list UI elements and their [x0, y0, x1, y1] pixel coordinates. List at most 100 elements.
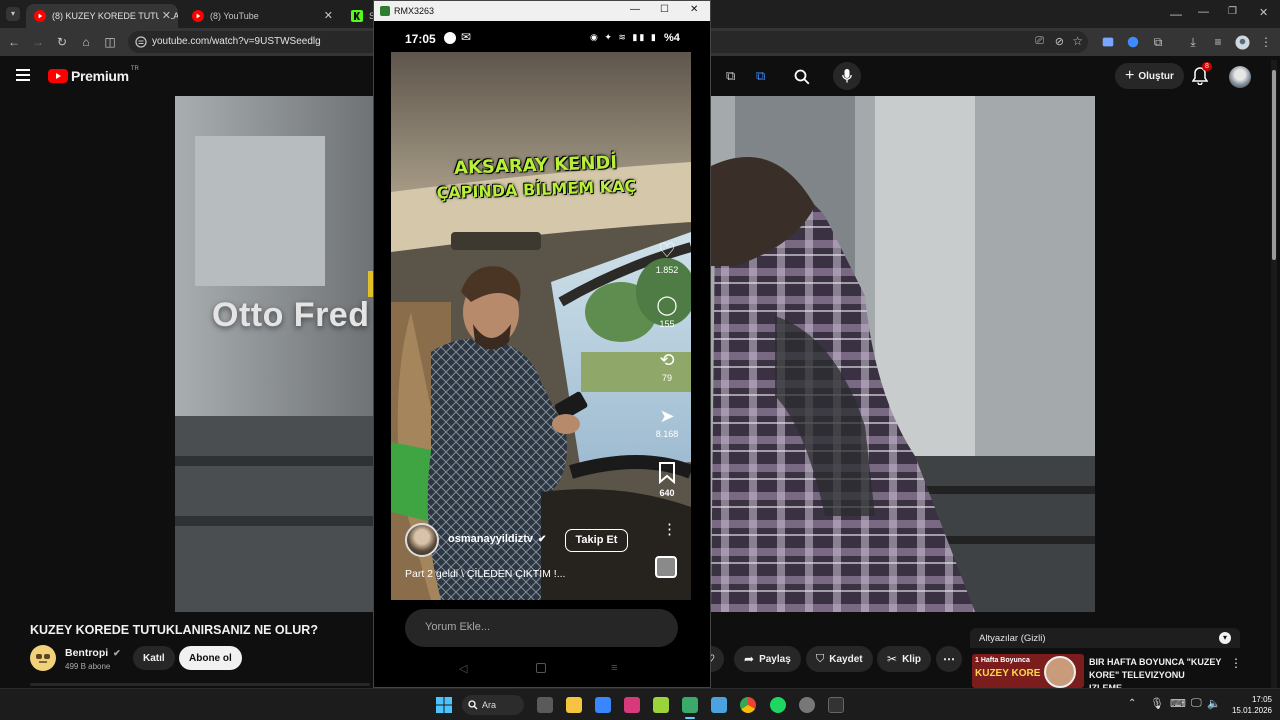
window-close-button[interactable]: ✕ [1259, 6, 1268, 19]
nav-home-icon[interactable] [536, 663, 546, 673]
subscribe-button[interactable]: Abone ol [179, 646, 242, 670]
extension-icon-2[interactable] [1125, 34, 1141, 50]
extension-icon-1[interactable] [1100, 34, 1116, 50]
chevron-up-icon[interactable]: ⌃ [1128, 698, 1136, 709]
mirror-close-button[interactable]: ✕ [690, 4, 698, 15]
share-button[interactable]: ➦ Paylaş [734, 646, 801, 672]
nav-back-icon[interactable]: ◁ [459, 662, 467, 675]
youtube-logo[interactable]: Premium TR [48, 66, 139, 84]
page-scrollbar[interactable] [1271, 60, 1277, 688]
create-button[interactable]: + Oluştur [1115, 63, 1184, 89]
chevron-down-icon[interactable]: ▾ [1219, 632, 1231, 644]
profile-avatar-icon[interactable] [1234, 34, 1250, 50]
repost-count: 79 [661, 373, 672, 383]
spotify-icon[interactable] [770, 697, 786, 713]
save-button[interactable]: ⛉ Kaydet [806, 646, 873, 672]
keyboard-icon[interactable]: ⌨ [1170, 697, 1186, 710]
tab-close-icon[interactable]: ✕ [158, 9, 171, 22]
window-maximize-button[interactable]: ❐ [1228, 6, 1237, 17]
remote-desktop-icon[interactable] [711, 697, 727, 713]
notifications-button[interactable]: 8 [1192, 62, 1212, 85]
store-icon[interactable] [595, 697, 611, 713]
reload-icon[interactable]: ↻ [54, 34, 70, 50]
tab-third[interactable]: St [343, 4, 373, 28]
comment-button[interactable]: ◯ 155 [653, 294, 681, 329]
hamburger-menu-icon[interactable] [16, 69, 30, 81]
channel-avatar[interactable] [30, 645, 56, 671]
task-view-icon[interactable] [537, 697, 553, 713]
cast-icon[interactable]: ⧉ [726, 68, 735, 84]
channel-name[interactable]: Bentropi ✔ [65, 647, 121, 659]
phone-mirror-taskbar-icon[interactable] [682, 697, 698, 713]
microphone-tray-icon[interactable]: 🎙 [1150, 697, 1164, 710]
tab-youtube-home[interactable]: (8) YouTube ✕ [184, 4, 340, 28]
captions-panel-title: Altyazılar (Gizli) [979, 633, 1046, 644]
windows-start-icon[interactable] [436, 697, 452, 713]
puzzle-extensions-icon[interactable]: ⧉ [1150, 34, 1166, 50]
reel-video[interactable]: AKSARAY KENDİ ÇAPINDA BİLMEM KAÇ ♡ 1.852… [391, 52, 691, 600]
app-icon-green[interactable] [653, 697, 669, 713]
account-avatar[interactable] [1229, 66, 1251, 88]
mirror-titlebar[interactable]: RMX3263 — ☐ ✕ [374, 1, 710, 21]
clip-button[interactable]: ✂ Klip [877, 646, 931, 672]
home-icon[interactable]: ⌂ [78, 34, 94, 50]
taskbar-clock[interactable]: 17:05 15.01.2026 [1222, 694, 1272, 716]
mirror-maximize-button[interactable]: ☐ [660, 4, 669, 15]
nav-recents-icon[interactable]: ≡ [611, 662, 617, 674]
network-icon[interactable]: 🖵 [1191, 697, 1202, 710]
taskbar-search[interactable]: Ara [462, 695, 524, 715]
volume-icon[interactable]: 🔈 [1207, 697, 1221, 710]
snipping-tool-icon[interactable] [624, 697, 640, 713]
window-minimize-button[interactable]: — [1198, 6, 1209, 18]
repost-button[interactable]: ⟲ 79 [653, 350, 681, 383]
scrollbar-thumb[interactable] [1272, 70, 1276, 260]
captions-panel-header[interactable]: Altyazılar (Gizli) ▾ [970, 628, 1240, 648]
forward-arrow-icon[interactable]: → [30, 34, 46, 50]
tab-close-icon[interactable]: ✕ [324, 9, 333, 22]
install-app-icon[interactable]: ⎚ [1035, 35, 1044, 48]
mirror-minimize-button[interactable]: — [630, 4, 640, 15]
miniplayer-icon[interactable]: ⧉ [756, 68, 765, 84]
username-text: osmanayyildiztv [448, 533, 533, 545]
username[interactable]: osmanayyildiztv ✔ [448, 533, 546, 545]
scroll-divider [30, 683, 370, 686]
site-info-icon[interactable] [135, 36, 147, 48]
bookmark-star-icon[interactable]: ☆ [1072, 34, 1083, 48]
terminal-icon[interactable] [828, 697, 844, 713]
comment-placeholder: Yorum Ekle... [425, 621, 491, 633]
send-button[interactable]: ➤ 8.168 [653, 406, 681, 439]
split-view-icon[interactable]: ◫ [102, 34, 118, 50]
join-button[interactable]: Katıl [133, 646, 175, 670]
scissors-icon: ✂ [887, 652, 898, 666]
follow-button[interactable]: Takip Et [565, 529, 628, 552]
new-tab-button[interactable]: — [1170, 7, 1182, 21]
file-explorer-icon[interactable] [566, 697, 582, 713]
related-video-thumbnail[interactable]: 1 Hafta Boyunca KUZEY KORE [972, 654, 1084, 688]
chrome-icon[interactable] [740, 697, 756, 713]
app-icon-clock[interactable] [799, 697, 815, 713]
audio-thumbnail[interactable] [655, 556, 677, 578]
channel-name-text: Bentropi [65, 647, 109, 659]
more-options-icon[interactable]: ⋮ [662, 520, 677, 538]
download-icon[interactable]: ⤓ [1185, 34, 1201, 50]
back-arrow-icon[interactable]: ← [6, 34, 22, 50]
related-video-menu-icon[interactable]: ⋮ [1230, 656, 1242, 670]
verified-badge-icon: ✔ [538, 534, 547, 545]
tab-search-button[interactable]: ▾ [6, 7, 20, 21]
profile-avatar[interactable] [405, 523, 439, 557]
plus-icon: + [1125, 67, 1135, 84]
more-actions-button[interactable]: ⋯ [936, 646, 962, 672]
chrome-menu-icon[interactable]: ⋮ [1258, 34, 1274, 50]
save-reel-button[interactable]: 640 [653, 462, 681, 498]
logo-text: Premium [71, 68, 129, 84]
search-icon[interactable] [794, 69, 810, 85]
eye-off-icon[interactable]: ⊘ [1055, 35, 1064, 48]
comment-input[interactable]: Yorum Ekle... [405, 609, 678, 647]
like-button[interactable]: ♡ 1.852 [653, 238, 681, 275]
reading-list-icon[interactable]: ≡ [1210, 34, 1226, 50]
phone-mirror-window[interactable]: RMX3263 — ☐ ✕ 17:05 ✉ ◉ ✦ ≋ ▮▮ ▮ %4 AKSA… [373, 0, 711, 688]
voice-search-button[interactable] [833, 62, 861, 90]
tab-youtube-video[interactable]: (8) KUZEY KOREDE TUTUKLANI ✕ [26, 4, 178, 28]
reel-description[interactable]: Part 2 geldi \ ÇİLEDEN ÇIKTIM !... [405, 568, 565, 580]
youtube-favicon-icon [192, 10, 204, 22]
